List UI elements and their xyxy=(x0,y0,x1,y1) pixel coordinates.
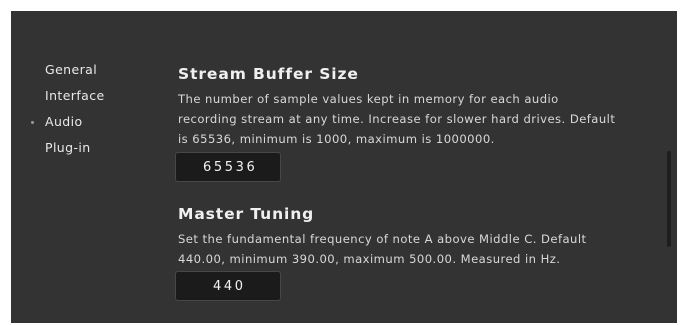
sidebar-item-general[interactable]: General xyxy=(31,57,151,83)
setting-description: Set the fundamental frequency of note A … xyxy=(178,232,587,266)
master-tuning-setting: Master Tuning Set the fundamental freque… xyxy=(175,203,618,301)
settings-sidebar: General Interface Audio Plug-in xyxy=(31,57,151,161)
setting-description: The number of sample values kept in memo… xyxy=(178,92,616,146)
sidebar-item-label: General xyxy=(45,62,98,77)
sidebar-item-plug-in[interactable]: Plug-in xyxy=(31,135,151,161)
sidebar-item-interface[interactable]: Interface xyxy=(31,83,151,109)
active-indicator-dot-icon xyxy=(31,121,34,124)
setting-title: Stream Buffer Size xyxy=(178,65,359,83)
sidebar-item-label: Audio xyxy=(45,114,83,129)
sidebar-item-audio[interactable]: Audio xyxy=(31,109,151,135)
stream-buffer-size-input[interactable] xyxy=(175,152,281,182)
sidebar-item-label: Interface xyxy=(45,88,105,103)
scrollbar[interactable] xyxy=(667,151,671,247)
stream-buffer-size-setting: Stream Buffer Size The number of sample … xyxy=(175,63,618,182)
settings-panel: General Interface Audio Plug-in Stream B… xyxy=(11,11,677,323)
setting-title: Master Tuning xyxy=(178,205,315,223)
master-tuning-input[interactable] xyxy=(175,271,281,301)
sidebar-item-label: Plug-in xyxy=(45,140,91,155)
